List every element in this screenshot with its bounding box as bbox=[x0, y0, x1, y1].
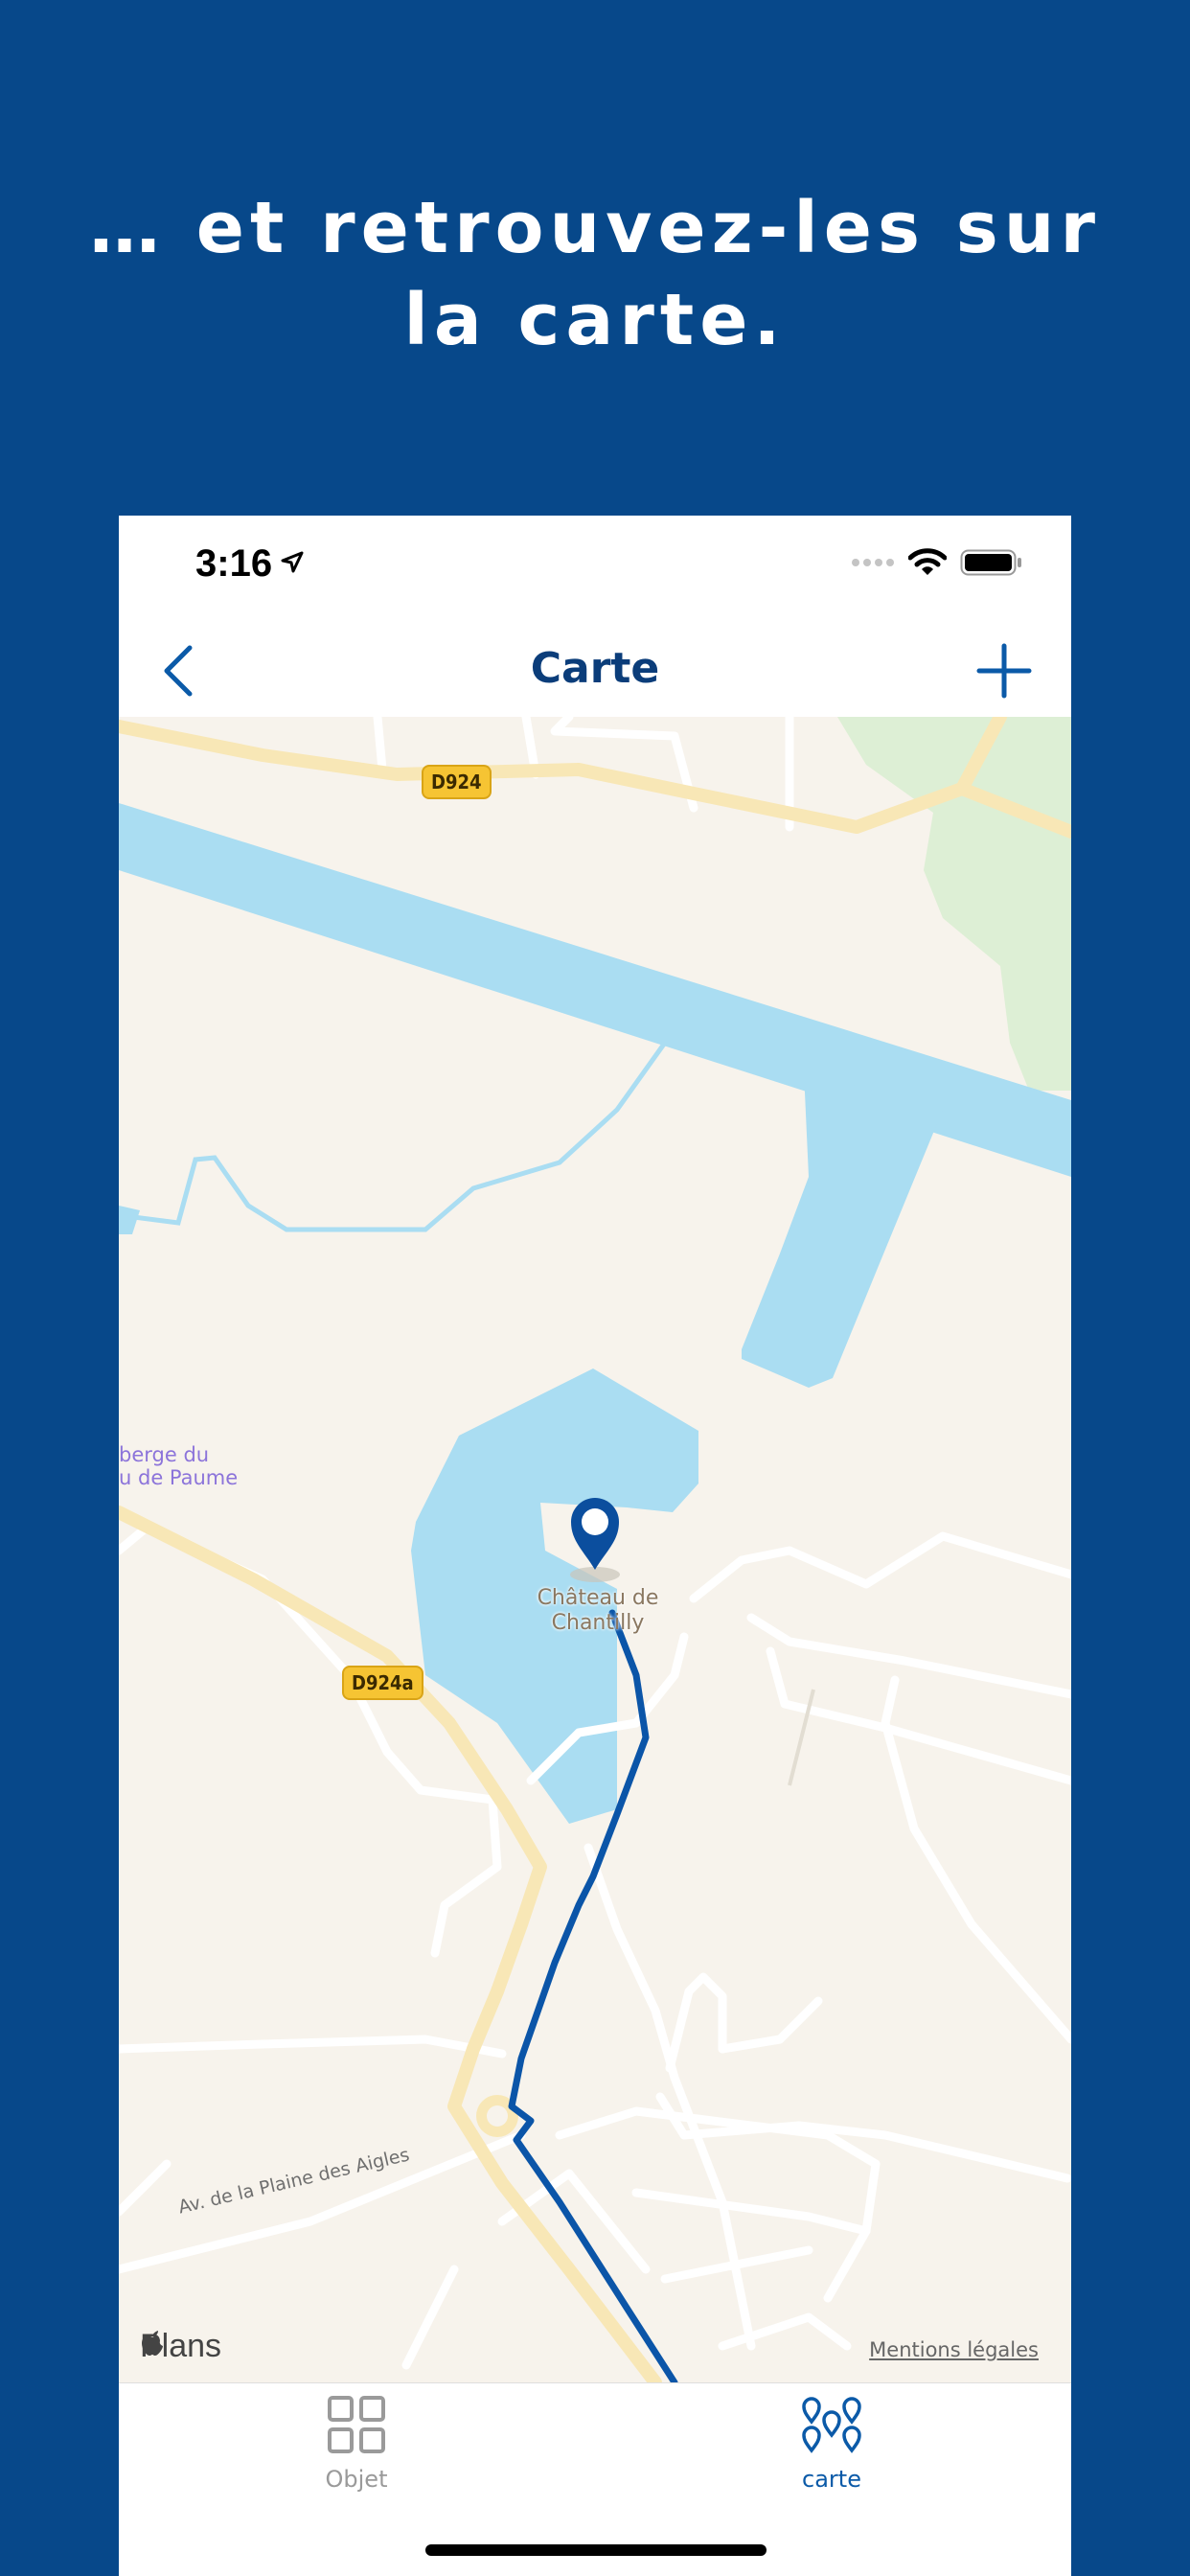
add-button[interactable] bbox=[973, 640, 1035, 702]
grid-icon bbox=[328, 2396, 385, 2453]
phone-screen: 3:16 Carte D924 D924a Château de Chantil… bbox=[119, 516, 1071, 2576]
map-view[interactable]: D924 D924a Château de Chantilly berge du… bbox=[119, 717, 1071, 2382]
battery-icon bbox=[960, 549, 1021, 576]
headline-line-2: la carte. bbox=[403, 279, 787, 361]
headline-line-1: … et retrouvez-les sur bbox=[89, 187, 1101, 269]
tab-bar: Objet carte bbox=[119, 2382, 1071, 2576]
road-shield-d924a: D924a bbox=[342, 1666, 423, 1700]
tab-carte-label: carte bbox=[802, 2466, 861, 2493]
location-arrow-icon bbox=[281, 551, 304, 573]
status-indicators bbox=[851, 548, 1023, 577]
status-bar: 3:16 bbox=[119, 516, 1071, 621]
status-time: 3:16 bbox=[195, 542, 273, 585]
poi-label-auberge: berge du u de Paume bbox=[119, 1443, 239, 1489]
poi-label-chateau: Château de Chantilly bbox=[537, 1586, 659, 1635]
plans-logo: Plans bbox=[140, 2328, 221, 2365]
road-shield-d924: D924 bbox=[422, 765, 492, 799]
signal-dots-icon bbox=[852, 559, 894, 566]
home-indicator[interactable] bbox=[425, 2544, 767, 2556]
navigation-bar: Carte bbox=[119, 621, 1071, 718]
wifi-icon bbox=[908, 548, 947, 575]
page-title: Carte bbox=[530, 644, 660, 693]
apple-logo-icon bbox=[142, 2331, 163, 2356]
map-pins-icon bbox=[802, 2397, 861, 2453]
tab-objet-label: Objet bbox=[325, 2466, 388, 2493]
legal-link[interactable]: Mentions légales bbox=[869, 2338, 1039, 2361]
promo-headline: … et retrouvez-les sur la carte. bbox=[0, 182, 1190, 366]
tab-carte[interactable]: carte bbox=[736, 2395, 927, 2493]
map-canvas[interactable] bbox=[119, 717, 1071, 2382]
tab-objet[interactable]: Objet bbox=[261, 2395, 452, 2493]
